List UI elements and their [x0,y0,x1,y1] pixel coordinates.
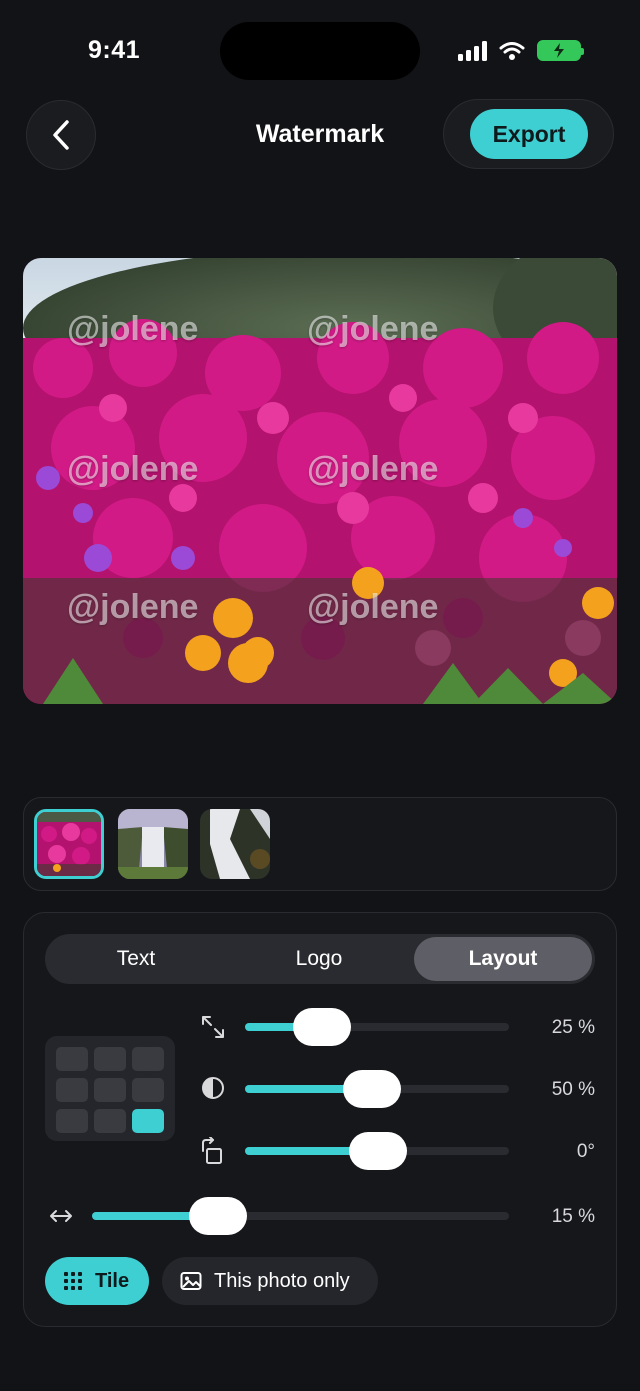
photo-preview: @jolene @jolene @jolene @jolene @jolene … [23,258,617,704]
opacity-value: 50 % [551,1079,595,1100]
tab-layout[interactable]: Layout [414,937,592,981]
position-middle-left[interactable] [56,1078,88,1102]
watermark-label: @jolene [307,588,439,626]
position-bottom-right[interactable] [132,1109,164,1133]
position-bottom-left[interactable] [56,1109,88,1133]
watermark-label: @jolene [67,588,199,626]
thumbnail-waterfall[interactable] [118,809,188,879]
rotation-slider-thumb[interactable] [349,1132,407,1170]
position-top-right[interactable] [132,1047,164,1071]
position-bottom-center[interactable] [94,1109,126,1133]
watermark-label: @jolene [67,310,199,348]
image-icon [180,1272,202,1290]
tile-button[interactable]: Tile [45,1257,149,1305]
horizontal-arrows-icon [50,1210,72,1222]
rotation-value: 0° [576,1141,595,1162]
size-slider-track[interactable] [245,1023,509,1031]
size-slider-thumb[interactable] [293,1008,351,1046]
half-circle-icon [202,1077,224,1099]
spacing-value: 15 % [551,1206,595,1227]
tile-label: Tile [95,1269,130,1292]
resize-diagonal-icon [202,1016,224,1038]
river-thumbnail-image [200,809,270,879]
position-top-center[interactable] [94,1047,126,1071]
size-value: 25 % [551,1017,595,1038]
grid-dots-icon [64,1272,82,1290]
watermark-label: @jolene [307,450,439,488]
spacing-slider-track[interactable] [92,1212,509,1220]
position-top-left[interactable] [56,1047,88,1071]
tab-logo[interactable]: Logo [231,937,407,981]
battery-icon [537,40,584,61]
export-button[interactable]: Export [470,109,588,159]
position-middle-right[interactable] [132,1078,164,1102]
status-time: 9:41 [88,36,141,64]
spacing-slider-thumb[interactable] [189,1197,247,1235]
wifi-icon [499,41,525,60]
this-photo-only-button[interactable]: This photo only [162,1257,378,1305]
waterfall-thumbnail-image [118,809,188,879]
rotate-icon [202,1137,222,1164]
thumbnail-river[interactable] [200,809,270,879]
dynamic-island [220,22,420,80]
status-icons [458,40,584,61]
watermark-label: @jolene [67,450,199,488]
opacity-slider-thumb[interactable] [343,1070,401,1108]
thumbnail-flowers[interactable] [34,809,104,879]
tab-text[interactable]: Text [48,937,224,981]
watermark-label: @jolene [307,310,439,348]
position-grid [45,1036,175,1141]
cellular-signal-icon [458,40,487,61]
this-photo-only-label: This photo only [214,1269,350,1292]
position-center[interactable] [94,1078,126,1102]
thumbnail-strip [23,797,617,891]
flowers-thumbnail-image [37,812,101,876]
